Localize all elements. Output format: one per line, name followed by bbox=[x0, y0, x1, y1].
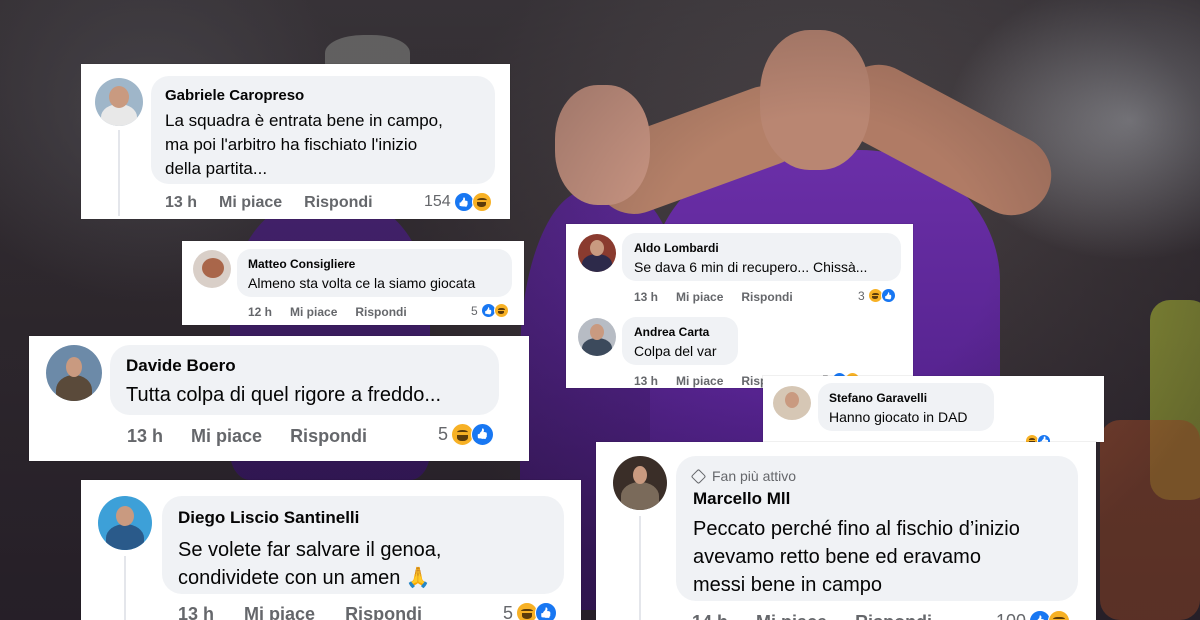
diamond-icon bbox=[690, 468, 707, 484]
comment-text: ma poi l'arbitro ha fischiato l'inizio bbox=[165, 135, 418, 154]
thread-line bbox=[124, 556, 126, 620]
comment-time[interactable]: 13 h bbox=[165, 194, 197, 212]
reaction-summary[interactable] bbox=[1025, 434, 1051, 442]
avatar[interactable] bbox=[98, 496, 152, 550]
comment-text: Se dava 6 min di recupero... Chissà... bbox=[634, 259, 868, 275]
like-button[interactable]: Mi piace bbox=[290, 305, 337, 319]
reply-button[interactable]: Rispondi bbox=[345, 604, 422, 620]
avatar[interactable] bbox=[578, 234, 616, 272]
top-fan-badge: Fan più attivo bbox=[690, 468, 1061, 484]
like-icon bbox=[880, 288, 896, 303]
like-button[interactable]: Mi piace bbox=[756, 612, 827, 620]
comment-text: Se volete far salvare il genoa, bbox=[178, 539, 442, 561]
reply-button[interactable]: Rispondi bbox=[355, 305, 406, 319]
reply-button[interactable]: Rispondi bbox=[741, 290, 792, 304]
comment-bubble: Diego Liscio Santinelli Se volete far sa… bbox=[162, 496, 564, 594]
reaction-count: 3 bbox=[858, 288, 865, 303]
thread-line bbox=[639, 516, 641, 620]
reaction-summary[interactable]: 5 bbox=[503, 602, 558, 620]
comment-card: Davide Boero Tutta colpa di quel rigore … bbox=[29, 336, 529, 461]
reaction-count: 100 bbox=[996, 611, 1026, 620]
comment-actions: 14 h Mi piace Rispondi bbox=[692, 612, 932, 620]
comment-text: della partita... bbox=[165, 159, 268, 178]
like-icon bbox=[1037, 434, 1051, 442]
commenter-name[interactable]: Matteo Consigliere bbox=[248, 257, 501, 271]
reaction-count: 5 bbox=[503, 602, 514, 620]
comment-text: Almeno sta volta ce la siamo giocata bbox=[248, 275, 476, 291]
commenter-name[interactable]: Stefano Garavelli bbox=[829, 391, 983, 405]
like-button[interactable]: Mi piace bbox=[676, 290, 723, 304]
comment-card: Stefano Garavelli Hanno giocato in DAD bbox=[763, 376, 1104, 442]
reaction-summary[interactable]: 100 bbox=[996, 610, 1071, 620]
commenter-name[interactable]: Aldo Lombardi bbox=[634, 241, 889, 255]
reply-button[interactable]: Rispondi bbox=[855, 612, 932, 620]
like-icon bbox=[535, 602, 558, 620]
reaction-summary[interactable]: 154 bbox=[424, 192, 492, 212]
reaction-summary[interactable]: 5 bbox=[438, 423, 495, 446]
avatar[interactable] bbox=[95, 78, 143, 126]
comment-bubble: Andrea Carta Colpa del var bbox=[622, 317, 738, 365]
avatar[interactable] bbox=[613, 456, 667, 510]
avatar[interactable] bbox=[193, 250, 231, 288]
comment-time[interactable]: 13 h bbox=[634, 374, 658, 388]
comment-card: Fan più attivo Marcello Mll Peccato perc… bbox=[596, 442, 1096, 620]
avatar[interactable] bbox=[578, 318, 616, 356]
comment-card: Gabriele Caropreso La squadra è entrata … bbox=[81, 64, 510, 219]
comment-actions: 13 h Mi piace Rispondi bbox=[178, 604, 422, 620]
comment-text: La squadra è entrata bene in campo, bbox=[165, 111, 443, 130]
comment-time[interactable]: 12 h bbox=[248, 305, 272, 319]
commenter-name[interactable]: Gabriele Caropreso bbox=[165, 87, 481, 104]
haha-icon bbox=[493, 303, 509, 318]
comment-bubble: Aldo Lombardi Se dava 6 min di recupero.… bbox=[622, 233, 901, 281]
commenter-name[interactable]: Davide Boero bbox=[126, 356, 483, 376]
like-icon bbox=[471, 423, 495, 446]
comment-text: Colpa del var bbox=[634, 343, 717, 359]
like-button[interactable]: Mi piace bbox=[244, 604, 315, 620]
like-icon bbox=[453, 192, 474, 212]
thread-line bbox=[118, 130, 120, 216]
reaction-summary[interactable]: 5 bbox=[471, 303, 509, 318]
comment-time[interactable]: 14 h bbox=[692, 612, 728, 620]
comment-text: avevamo retto bene ed eravamo bbox=[693, 546, 981, 568]
comment-time[interactable]: 13 h bbox=[127, 426, 163, 447]
like-button[interactable]: Mi piace bbox=[676, 374, 723, 388]
comment-text: messi bene in campo bbox=[693, 574, 882, 596]
comment-bubble: Gabriele Caropreso La squadra è entrata … bbox=[151, 76, 495, 184]
comment-bubble: Matteo Consigliere Almeno sta volta ce l… bbox=[237, 249, 512, 297]
reaction-count: 5 bbox=[471, 303, 478, 318]
comment-card: Diego Liscio Santinelli Se volete far sa… bbox=[81, 480, 581, 620]
comment-time[interactable]: 13 h bbox=[178, 604, 214, 620]
like-button[interactable]: Mi piace bbox=[219, 194, 282, 212]
comment-actions: 13 h Mi piace Rispondi bbox=[127, 426, 367, 447]
comment-actions: 13 h Mi piace Rispondi bbox=[634, 290, 793, 304]
comment-time[interactable]: 13 h bbox=[634, 290, 658, 304]
comment-bubble: Fan più attivo Marcello Mll Peccato perc… bbox=[676, 456, 1078, 601]
haha-icon bbox=[471, 192, 492, 212]
reaction-count: 5 bbox=[438, 424, 449, 444]
avatar[interactable] bbox=[46, 345, 102, 401]
comment-card: Matteo Consigliere Almeno sta volta ce l… bbox=[182, 241, 524, 325]
avatar[interactable] bbox=[773, 386, 811, 420]
reply-button[interactable]: Rispondi bbox=[290, 426, 367, 447]
comment-actions: 13 h Mi piace Rispondi bbox=[165, 194, 373, 212]
comment-text: Hanno giocato in DAD bbox=[829, 409, 968, 425]
comment-text: Peccato perché fino al fischio d’inizio bbox=[693, 518, 1020, 540]
commenter-name[interactable]: Marcello Mll bbox=[693, 489, 1061, 509]
comment-card: Aldo Lombardi Se dava 6 min di recupero.… bbox=[566, 224, 913, 388]
reaction-count: 154 bbox=[424, 193, 451, 210]
reaction-summary[interactable]: 3 bbox=[858, 288, 896, 303]
commenter-name[interactable]: Diego Liscio Santinelli bbox=[178, 508, 548, 528]
commenter-name[interactable]: Andrea Carta bbox=[634, 325, 726, 339]
comment-bubble: Stefano Garavelli Hanno giocato in DAD bbox=[818, 383, 994, 431]
comment-bubble: Davide Boero Tutta colpa di quel rigore … bbox=[110, 345, 499, 415]
comment-text: condividete con un amen 🙏 bbox=[178, 567, 431, 589]
reply-button[interactable]: Rispondi bbox=[304, 194, 372, 212]
comment-actions: 12 h Mi piace Rispondi bbox=[248, 305, 407, 319]
haha-icon bbox=[1048, 610, 1071, 620]
badge-label: Fan più attivo bbox=[712, 468, 797, 484]
like-button[interactable]: Mi piace bbox=[191, 426, 262, 447]
comment-text: Tutta colpa di quel rigore a freddo... bbox=[126, 384, 441, 406]
